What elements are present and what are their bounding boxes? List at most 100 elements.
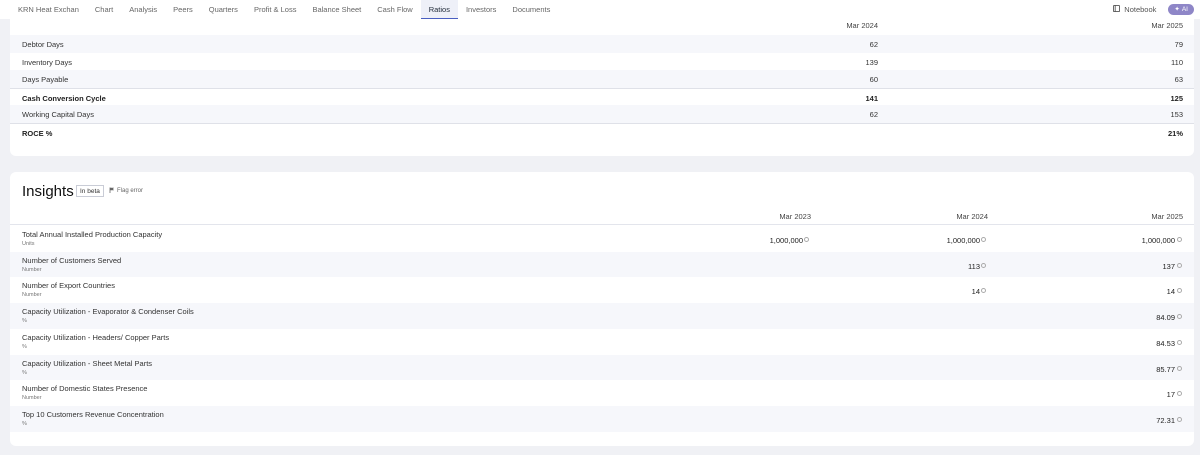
metric-name: Capacity Utilization - Headers/ Copper P…: [22, 332, 170, 342]
info-icon[interactable]: [981, 262, 986, 268]
column-header: Mar 2025: [1151, 21, 1183, 30]
cell-value: 139: [865, 57, 878, 67]
cell-value: 21%: [1167, 128, 1183, 138]
metric-name: Top 10 Customers Revenue Concentration: [22, 409, 164, 419]
info-icon[interactable]: [1177, 262, 1182, 268]
flag-icon: [109, 187, 115, 195]
nav-tab[interactable]: Quarters: [201, 0, 246, 19]
cell-value: 63: [1174, 75, 1183, 84]
table-row: Top 10 Customers Revenue Concentration% 7…: [10, 405, 1194, 432]
notebook-label: Notebook: [1124, 5, 1157, 14]
nav-right-actions: Notebook ✦ AI: [1113, 3, 1194, 16]
row-label: Working Capital Days: [22, 110, 94, 119]
cell-value: 14: [971, 287, 980, 297]
cell-value: 85.77: [1156, 364, 1175, 374]
metric-unit: %: [22, 420, 27, 427]
cell-value: 72.31: [1156, 415, 1175, 425]
ratios-table-card: Mar 2024 Mar 2025 Debtor Days 62 79 Inve…: [10, 19, 1194, 156]
table-row: Capacity Utilization - Sheet Metal Parts…: [10, 354, 1194, 381]
nav-tab[interactable]: Chart: [87, 0, 121, 19]
table-row: Number of Domestic States Presence Number…: [10, 380, 1194, 406]
nav-tab[interactable]: Analysis: [121, 0, 165, 19]
cell-value: 141: [865, 93, 878, 103]
info-icon[interactable]: [1177, 314, 1182, 320]
nav-tab[interactable]: Peers: [165, 0, 201, 19]
nav-tab[interactable]: Balance Sheet: [304, 0, 369, 19]
cell-value: 1,000,000: [769, 236, 803, 245]
cell-value: 113: [968, 261, 980, 271]
cell-value: 62: [869, 40, 878, 49]
nav-tab[interactable]: Profit & Loss: [246, 0, 305, 19]
cell-value: 14: [1166, 287, 1175, 297]
ai-label: AI: [1181, 6, 1188, 13]
column-header: Mar 2024: [846, 21, 878, 30]
table-row: Cash Conversion Cycle 141 125: [10, 87, 1194, 106]
cell-value: 1,000,000: [946, 236, 980, 245]
info-icon[interactable]: [1177, 391, 1182, 397]
cell-value: 153: [1170, 110, 1183, 119]
table-row: Number of Export Countries Number 14 14: [10, 277, 1194, 303]
nav-tab[interactable]: Investors: [458, 0, 504, 19]
metric-unit: Number: [22, 395, 42, 402]
cell-value: 137: [1162, 261, 1175, 271]
insights-table-header: Mar 2023 Mar 2024 Mar 2025: [10, 210, 1194, 225]
cell-value: 125: [1170, 93, 1183, 103]
cell-value: 79: [1174, 40, 1183, 49]
nav-tab[interactable]: Documents: [504, 0, 558, 19]
cell-value: 110: [1171, 57, 1183, 67]
info-icon[interactable]: [1177, 365, 1182, 371]
info-icon[interactable]: [1177, 339, 1182, 345]
metric-name: Number of Export Countries: [22, 281, 115, 291]
metric-name: Number of Customers Served: [22, 255, 122, 265]
cell-value: 84.53: [1156, 338, 1175, 348]
metric-unit: %: [22, 369, 27, 376]
info-icon[interactable]: [1177, 237, 1182, 242]
table-row: ROCE % 21%: [10, 122, 1194, 141]
cell-value: 1,000,000: [1141, 236, 1175, 245]
nav-tab[interactable]: Ratios: [420, 0, 458, 19]
row-label: Days Payable: [22, 75, 69, 84]
ai-button[interactable]: ✦ AI: [1168, 4, 1194, 15]
nav-tab[interactable]: KRN Heat Exchan: [10, 0, 87, 19]
notebook-button[interactable]: Notebook: [1113, 5, 1156, 14]
metric-name: Total Annual Installed Production Capaci…: [22, 230, 163, 239]
metric-unit: Units: [22, 241, 35, 247]
column-header: Mar 2025: [1151, 212, 1183, 221]
metric-unit: %: [22, 343, 27, 350]
table-row: Working Capital Days 62 153: [10, 105, 1194, 123]
metric-unit: Number: [22, 292, 42, 299]
row-label: Cash Conversion Cycle: [22, 93, 106, 103]
flag-error-button[interactable]: Flag error: [109, 187, 143, 195]
table-row: Debtor Days 62 79: [10, 35, 1194, 53]
row-label: ROCE %: [22, 128, 53, 138]
info-icon[interactable]: [981, 237, 986, 242]
table-row: Number of Customers Served Number 113 137: [10, 251, 1194, 278]
table-row: Capacity Utilization - Headers/ Copper P…: [10, 329, 1194, 355]
table-row: Capacity Utilization - Evaporator & Cond…: [10, 303, 1194, 329]
metric-name: Capacity Utilization - Evaporator & Cond…: [22, 307, 194, 317]
top-navigation: KRN Heat Exchan Chart Analysis Peers Quarter…: [0, 0, 1200, 19]
nav-tabs: KRN Heat Exchan Chart Analysis Peers Quarter…: [10, 0, 558, 19]
row-label: Inventory Days: [22, 57, 73, 67]
table-row: Inventory Days 139 110: [10, 53, 1194, 71]
metric-unit: Number: [22, 266, 42, 273]
ratios-table-header: Mar 2024 Mar 2025: [10, 19, 1194, 35]
flag-error-label: Flag error: [117, 188, 144, 194]
metric-unit: %: [22, 318, 27, 325]
notebook-icon: [1113, 5, 1121, 14]
sparkle-icon: ✦: [1174, 6, 1180, 13]
info-icon[interactable]: [1177, 416, 1182, 422]
info-icon[interactable]: [1177, 288, 1182, 294]
table-row: Total Annual Installed Production Capaci…: [10, 226, 1194, 252]
info-icon[interactable]: [981, 288, 986, 294]
row-label: Debtor Days: [22, 40, 64, 49]
info-icon[interactable]: [804, 237, 809, 242]
beta-badge: In beta: [76, 185, 104, 197]
metric-name: Number of Domestic States Presence: [22, 384, 148, 394]
table-row: Days Payable 60 63: [10, 70, 1194, 88]
insights-title: Insights: [22, 183, 74, 200]
cell-value: 84.09: [1156, 313, 1175, 323]
cell-value: 60: [869, 75, 878, 84]
nav-tab[interactable]: Cash Flow: [369, 0, 420, 19]
cell-value: 17: [1166, 390, 1175, 400]
